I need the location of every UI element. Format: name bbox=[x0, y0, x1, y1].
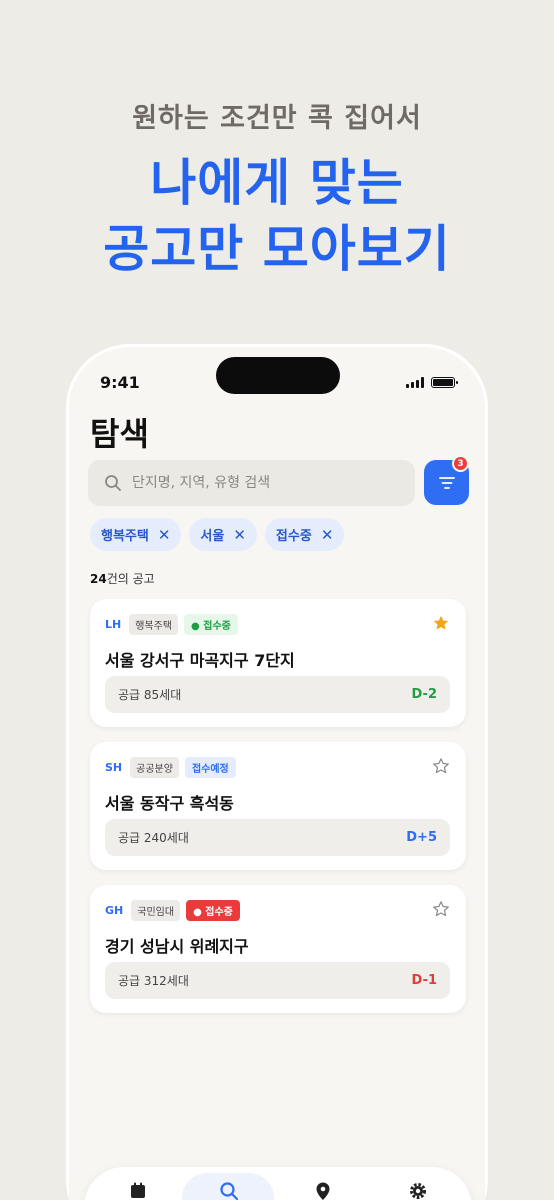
filter-chip-label: 접수중 bbox=[275, 529, 312, 544]
housing-type-tag: 행복주택 bbox=[129, 614, 179, 635]
dday-label: D-1 bbox=[411, 973, 437, 988]
housing-type-tag: 공공분양 bbox=[130, 757, 179, 778]
status-time: 9:41 bbox=[100, 373, 140, 392]
agency-label: GH bbox=[105, 904, 124, 917]
status-icons bbox=[406, 377, 458, 388]
listing-card[interactable]: GH 국민임대 ● 접수중 경기 성남시 위례지구 공급 312세대 D-1 bbox=[90, 885, 466, 1013]
status-tag: 접수예정 bbox=[184, 757, 236, 778]
star-outline-icon[interactable] bbox=[432, 900, 450, 918]
dday-label: D+5 bbox=[406, 830, 437, 845]
battery-icon bbox=[431, 377, 458, 388]
signal-icon bbox=[406, 377, 424, 388]
promo-title-line-1: 나에게 맞는 bbox=[150, 154, 404, 212]
promo-title-line-2: 공고만 모아보기 bbox=[103, 220, 451, 278]
phone-screen: 9:41 탐색 3 행복주택 ✕ bbox=[69, 347, 485, 1200]
status-tag: ● 접수중 bbox=[184, 614, 238, 635]
filter-icon bbox=[438, 476, 455, 489]
listing-title: 경기 성남시 위례지구 bbox=[105, 937, 249, 956]
dday-label: D-2 bbox=[411, 687, 437, 702]
close-icon[interactable]: ✕ bbox=[158, 526, 171, 544]
supply-count: 공급 312세대 bbox=[118, 974, 189, 988]
listing-card[interactable]: LH 행복주택 ● 접수중 서울 강서구 마곡지구 7단지 공급 85세대 D-… bbox=[90, 599, 466, 727]
result-count-number: 24 bbox=[90, 572, 107, 586]
filter-chip-label: 서울 bbox=[200, 529, 225, 544]
page-title: 탐색 bbox=[90, 415, 149, 453]
listing-card[interactable]: SH 공공분양 접수예정 서울 동작구 흑석동 공급 240세대 D+5 bbox=[90, 742, 466, 870]
close-icon[interactable]: ✕ bbox=[233, 526, 246, 544]
result-count-suffix: 건의 공고 bbox=[106, 572, 155, 586]
supply-count: 공급 85세대 bbox=[118, 688, 182, 702]
listing-info-row: 공급 240세대 D+5 bbox=[105, 819, 450, 856]
map-pin-icon[interactable] bbox=[313, 1181, 333, 1200]
search-bar[interactable] bbox=[88, 460, 415, 506]
filter-chip[interactable]: 서울 ✕ bbox=[189, 518, 257, 551]
listing-title: 서울 강서구 마곡지구 7단지 bbox=[105, 651, 295, 670]
filter-chip[interactable]: 행복주택 ✕ bbox=[90, 518, 182, 551]
agency-label: LH bbox=[105, 618, 122, 631]
supply-count: 공급 240세대 bbox=[118, 831, 189, 845]
settings-icon[interactable] bbox=[408, 1181, 428, 1200]
search-input[interactable] bbox=[132, 475, 392, 491]
result-count: 24건의 공고 bbox=[90, 570, 155, 587]
search-icon bbox=[105, 475, 121, 491]
phone-frame: 9:41 탐색 3 행복주택 ✕ bbox=[66, 344, 488, 1200]
close-icon[interactable]: ✕ bbox=[321, 526, 334, 544]
listing-title: 서울 동작구 흑석동 bbox=[105, 794, 234, 813]
filter-chips: 행복주택 ✕ 서울 ✕ 접수중 ✕ bbox=[90, 518, 345, 551]
star-outline-icon[interactable] bbox=[432, 757, 450, 775]
housing-type-tag: 국민임대 bbox=[131, 900, 181, 921]
dynamic-island bbox=[216, 357, 340, 394]
listing-info-row: 공급 85세대 D-2 bbox=[105, 676, 450, 713]
star-filled-icon[interactable] bbox=[432, 614, 450, 632]
bottom-tab-bar bbox=[84, 1167, 472, 1200]
filter-chip-label: 행복주택 bbox=[101, 529, 149, 544]
promo-title: 나에게 맞는 공고만 모아보기 bbox=[0, 150, 554, 282]
filter-chip[interactable]: 접수중 ✕ bbox=[264, 518, 345, 551]
promo-subtitle: 원하는 조건만 콕 집어서 bbox=[132, 103, 422, 134]
status-tag: ● 접수중 bbox=[186, 900, 240, 921]
filter-count-badge: 3 bbox=[452, 455, 469, 472]
calendar-icon[interactable] bbox=[128, 1181, 148, 1200]
search-icon[interactable] bbox=[219, 1181, 239, 1200]
agency-label: SH bbox=[105, 761, 123, 774]
listing-info-row: 공급 312세대 D-1 bbox=[105, 962, 450, 999]
